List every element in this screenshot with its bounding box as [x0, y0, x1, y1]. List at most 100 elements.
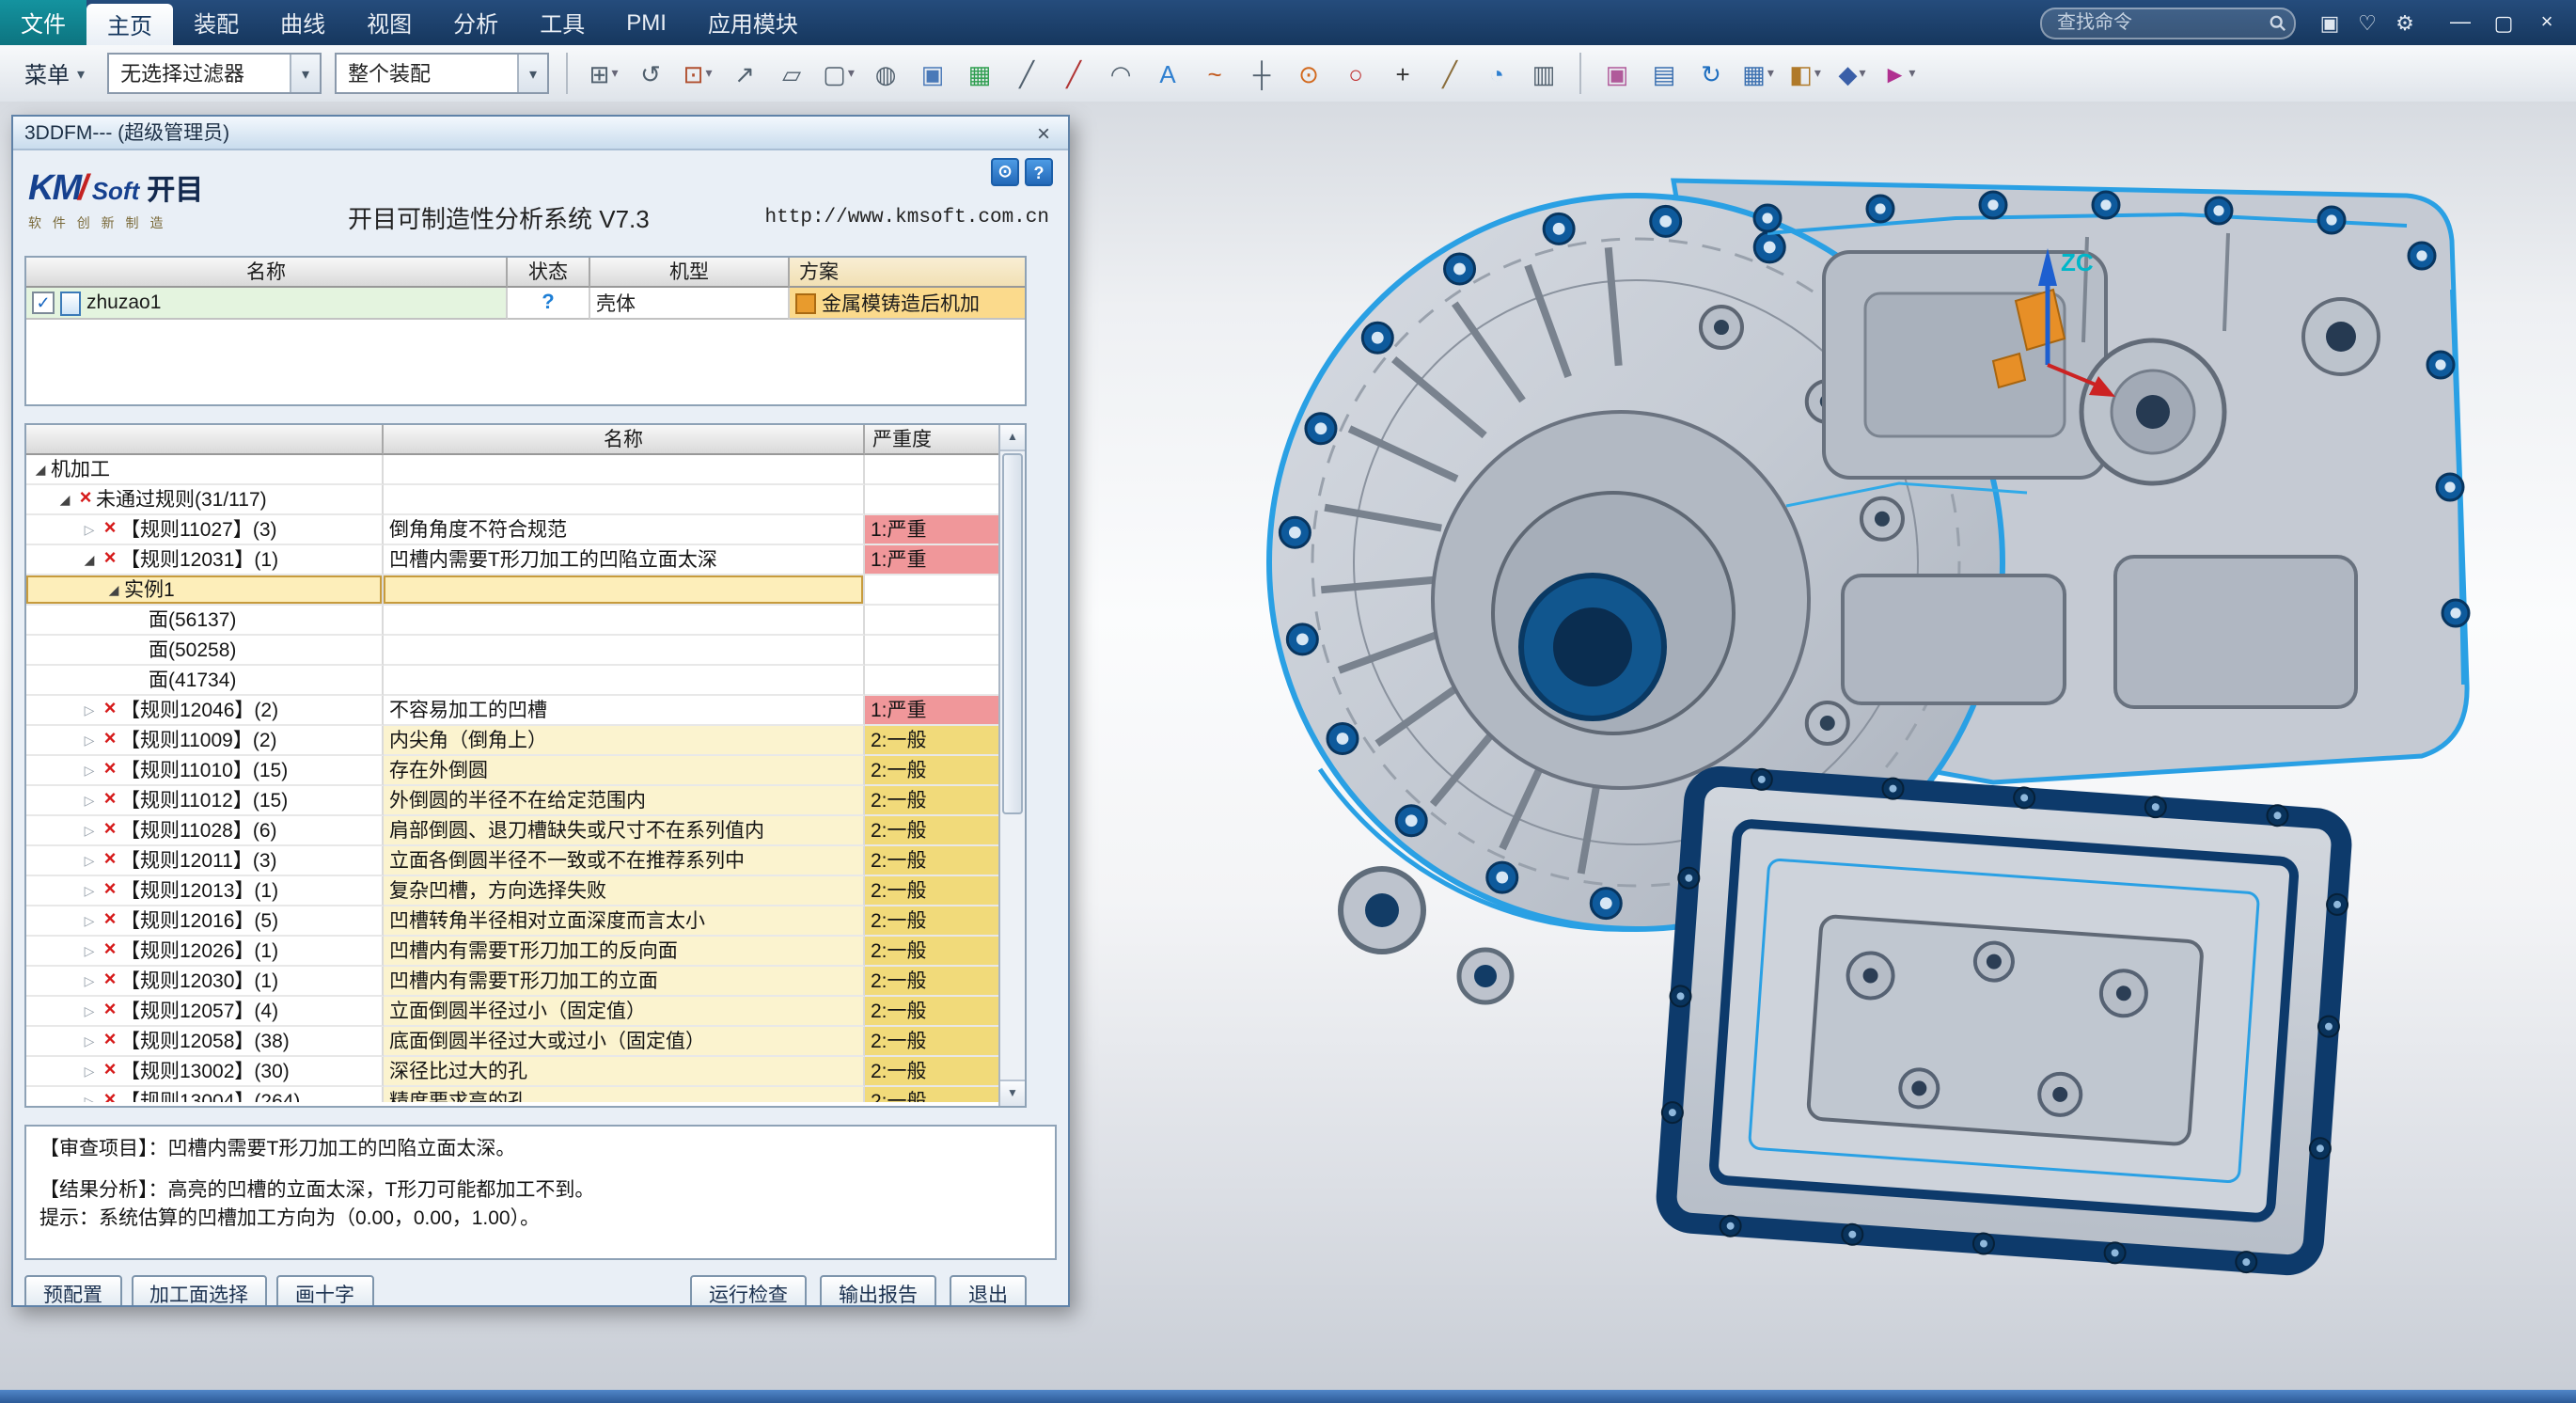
- expand-icon[interactable]: ▷: [79, 1064, 100, 1079]
- rule-tree-row[interactable]: ▷×【规则12057】(4)立面倒圆半径过小（固定值）2:一般: [26, 997, 998, 1027]
- spline-icon[interactable]: ~: [1192, 53, 1237, 94]
- draw-cross-button[interactable]: 画十字: [276, 1275, 373, 1305]
- collapse-icon[interactable]: ◢: [103, 582, 124, 597]
- menu-tab-assembly[interactable]: 装配: [173, 0, 259, 45]
- minimize-button[interactable]: —: [2439, 6, 2482, 39]
- column-header-machine[interactable]: 机型: [590, 258, 790, 288]
- window-icon[interactable]: ▣: [1594, 53, 1640, 94]
- circle-center-icon[interactable]: ⊙: [1286, 53, 1331, 94]
- column-header-rule-name[interactable]: 名称: [384, 425, 865, 455]
- cube-icon[interactable]: ▣: [910, 53, 955, 94]
- dialog-titlebar[interactable]: 3DDFM--- (超级管理员) ×: [13, 117, 1068, 150]
- menu-tab-home[interactable]: 主页: [86, 4, 173, 45]
- run-check-button[interactable]: 运行检查: [690, 1275, 807, 1305]
- expand-icon[interactable]: ▷: [79, 793, 100, 808]
- panel-icon[interactable]: ▣: [2311, 6, 2348, 39]
- expand-icon[interactable]: ▷: [79, 943, 100, 958]
- expand-icon[interactable]: ▷: [79, 1003, 100, 1018]
- expand-icon[interactable]: ▷: [79, 763, 100, 778]
- expand-icon[interactable]: ▷: [79, 733, 100, 748]
- circle-icon[interactable]: ○: [1333, 53, 1378, 94]
- expand-icon[interactable]: ▷: [79, 913, 100, 928]
- text-icon[interactable]: A: [1145, 53, 1190, 94]
- selection-filter-dropdown[interactable]: 无选择过滤器 ▾: [107, 53, 322, 94]
- rule-tree-row[interactable]: ▷×【规则11010】(15)存在外倒圆2:一般: [26, 756, 998, 786]
- column-header-name[interactable]: 名称: [26, 258, 508, 288]
- menu-tab-analysis[interactable]: 分析: [432, 0, 519, 45]
- scrollbar-thumb[interactable]: [1002, 453, 1023, 814]
- solid-icon[interactable]: ◆▾: [1830, 53, 1875, 94]
- menu-tab-view[interactable]: 视图: [346, 0, 432, 45]
- polyline-icon[interactable]: ╱: [1051, 53, 1096, 94]
- rule-tree-row[interactable]: 面(50258): [26, 636, 998, 666]
- rule-tree-row[interactable]: 面(41734): [26, 666, 998, 696]
- snapshot-icon[interactable]: ▤: [1641, 53, 1687, 94]
- arc-icon[interactable]: ◠: [1098, 53, 1143, 94]
- rule-tree-row[interactable]: ▷×【规则12058】(38)底面倒圆半径过大或过小（固定值）2:一般: [26, 1027, 998, 1057]
- model-row[interactable]: ✓ zhuzao1 ? 壳体 金属模铸造后机加: [26, 288, 1025, 320]
- collapse-icon[interactable]: ◢: [30, 462, 51, 477]
- expand-icon[interactable]: ▷: [79, 702, 100, 717]
- wand-icon[interactable]: ►▾: [1877, 53, 1922, 94]
- gear-icon[interactable]: ⚙: [2386, 6, 2424, 39]
- rule-tree-row[interactable]: ▷×【规则11027】(3)倒角角度不符合规范1:严重: [26, 515, 998, 545]
- rule-tree-row[interactable]: ◢机加工: [26, 455, 998, 485]
- rule-tree-row[interactable]: ▷×【规则12046】(2)不容易加工的凹槽1:严重: [26, 696, 998, 726]
- rule-tree-row[interactable]: ◢×未通过规则(31/117): [26, 485, 998, 515]
- expand-icon[interactable]: ▷: [79, 522, 100, 537]
- selection-rectangle-icon[interactable]: ▢▾: [816, 53, 861, 94]
- column-header-status[interactable]: 状态: [508, 258, 590, 288]
- rule-tree-row[interactable]: ▷×【规则11009】(2)内尖角（倒角上）2:一般: [26, 726, 998, 756]
- palette-icon[interactable]: ◧▾: [1783, 53, 1828, 94]
- expand-icon[interactable]: ▷: [79, 883, 100, 898]
- rule-tree-row[interactable]: 面(56137): [26, 606, 998, 636]
- scroll-down-button[interactable]: ▼: [1000, 1080, 1025, 1106]
- collapse-icon[interactable]: ◢: [79, 552, 100, 567]
- rule-tree-row[interactable]: ◢实例1: [26, 575, 998, 606]
- column-header-plan[interactable]: 方案: [790, 258, 1025, 288]
- expand-icon[interactable]: ▷: [79, 823, 100, 838]
- collapse-icon[interactable]: ◢: [55, 492, 75, 507]
- rule-tree-row[interactable]: ▷×【规则13002】(30)深径比过大的孔2:一般: [26, 1057, 998, 1087]
- menu-tab-application[interactable]: 应用模块: [687, 0, 819, 45]
- selection-scope-dropdown[interactable]: 整个装配 ▾: [335, 53, 549, 94]
- selected-flange[interactable]: [1654, 764, 2354, 1277]
- help-icon[interactable]: ?: [1025, 158, 1053, 186]
- line-icon[interactable]: ╱: [1004, 53, 1049, 94]
- pencil-icon[interactable]: ╱: [1427, 53, 1472, 94]
- search-input[interactable]: [2040, 7, 2296, 39]
- measure-icon[interactable]: ◔: [1474, 53, 1519, 94]
- exit-button[interactable]: 退出: [950, 1275, 1027, 1305]
- close-button[interactable]: ×: [2525, 6, 2568, 39]
- sheet-icon[interactable]: ▥: [1521, 53, 1566, 94]
- plus-icon[interactable]: +: [1380, 53, 1425, 94]
- scrollbar[interactable]: ▲ ▼: [998, 425, 1025, 1106]
- pin-icon[interactable]: ⊙: [991, 158, 1019, 186]
- preset-button[interactable]: 预配置: [24, 1275, 121, 1305]
- heart-icon[interactable]: ♡: [2348, 6, 2386, 39]
- restore-button[interactable]: ▢: [2482, 6, 2525, 39]
- rule-tree-row[interactable]: ◢×【规则12031】(1)凹槽内需要T形刀加工的凹陷立面太深1:严重: [26, 545, 998, 575]
- menu-button[interactable]: 菜单 ▾: [11, 53, 98, 94]
- promote-icon[interactable]: ↗: [722, 53, 767, 94]
- paste-icon[interactable]: ⊡▾: [675, 53, 720, 94]
- datum-axis-icon[interactable]: ┼: [1239, 53, 1284, 94]
- color-grid-icon[interactable]: ▦: [957, 53, 1002, 94]
- menu-tab-tools[interactable]: 工具: [519, 0, 605, 45]
- refresh-icon[interactable]: ↻: [1689, 53, 1734, 94]
- undo-icon[interactable]: ↺: [628, 53, 673, 94]
- rule-tree-row[interactable]: ▷×【规则11012】(15)外倒圆的半径不在给定范围内2:一般: [26, 786, 998, 816]
- expand-icon[interactable]: ▷: [79, 1033, 100, 1048]
- menu-tab-file[interactable]: 文件: [0, 0, 86, 45]
- expand-icon[interactable]: ▷: [79, 1094, 100, 1102]
- rule-tree-row[interactable]: ▷×【规则12030】(1)凹槽内有需要T形刀加工的立面2:一般: [26, 967, 998, 997]
- rule-tree-row[interactable]: ▷×【规则12011】(3)立面各倒圆半径不一致或不在推荐系列中2:一般: [26, 846, 998, 876]
- close-dialog-button[interactable]: ×: [1030, 119, 1057, 146]
- rule-tree-row[interactable]: ▷×【规则12013】(1)复杂凹槽，方向选择失败2:一般: [26, 876, 998, 906]
- rule-tree-row[interactable]: ▷×【规则11028】(6)肩部倒圆、退刀槽缺失或尺寸不在系列值内2:一般: [26, 816, 998, 846]
- menu-tab-pmi[interactable]: PMI: [605, 0, 687, 45]
- expand-icon[interactable]: ▷: [79, 973, 100, 988]
- copy-face-icon[interactable]: ▱: [769, 53, 814, 94]
- snap-point-icon[interactable]: ⊞▾: [581, 53, 626, 94]
- rule-tree-row[interactable]: ▷×【规则13004】(264)精度要求高的孔2:一般: [26, 1087, 998, 1102]
